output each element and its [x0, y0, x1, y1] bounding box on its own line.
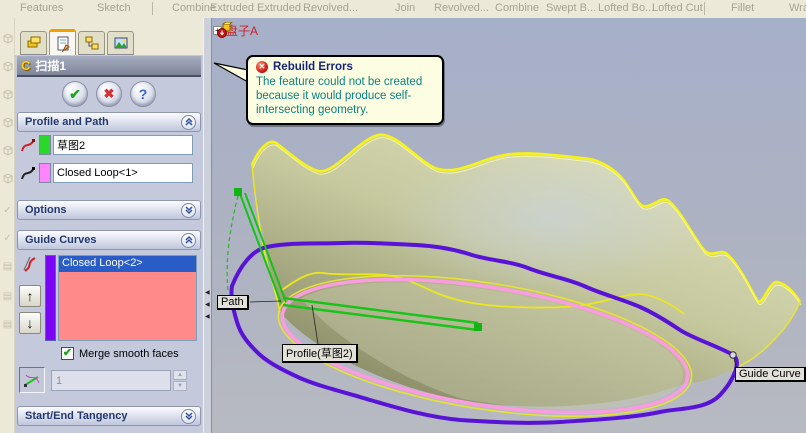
error-icon: ✕ [256, 61, 268, 73]
spin-down-button[interactable]: ▼ [173, 381, 187, 391]
profile-input[interactable] [53, 135, 193, 155]
toolbar-button-revolved-cut[interactable]: Revolved... [434, 2, 489, 14]
section-title: Guide Curves [25, 234, 97, 246]
feature-tree-item[interactable]: + 盘子A [213, 22, 258, 39]
guide-curves-listbox[interactable]: Closed Loop<2> [58, 255, 197, 341]
guide-color-swatch [45, 255, 56, 341]
section-title: Start/End Tangency [25, 410, 128, 422]
profile-color-swatch [39, 135, 51, 155]
section-options[interactable]: Options [17, 200, 201, 220]
help-button[interactable]: ? [130, 81, 156, 107]
section-title: Options [25, 204, 67, 216]
sweep-icon: C [21, 58, 31, 73]
property-manager-icon [57, 36, 70, 52]
callout-path: Path [217, 295, 249, 310]
toolbar-button-fillet[interactable]: Fillet [731, 2, 754, 14]
guide-curve-point-marker [729, 351, 737, 359]
list-item-selected[interactable]: Closed Loop<2> [59, 256, 196, 272]
toolbar-button-revolved-boss[interactable]: Revolved... [303, 2, 358, 14]
toolbar-button-lofted-boss[interactable]: Lofted Bo... [598, 2, 654, 14]
section-guide-curves[interactable]: Guide Curves [17, 230, 201, 250]
profile-sketch-icon [19, 136, 37, 154]
graphics-area: + 盘子A ✕ Rebuild Errors The feature could… [212, 18, 806, 433]
move-down-button[interactable]: ↓ [19, 312, 41, 334]
configuration-manager-icon [85, 36, 98, 50]
toolbar-button-swept-boss[interactable]: Swept B... [546, 2, 596, 14]
cube-icon[interactable] [1, 172, 14, 185]
splitter-arrow-icon: ◀ [205, 302, 210, 308]
tab-property-manager[interactable] [49, 29, 76, 55]
check-tool-icon[interactable]: ✓ [1, 204, 14, 217]
ok-button[interactable]: ✔ [62, 81, 88, 107]
main-toolbar: Features Sketch Combine Extruded ... Ext… [0, 0, 806, 18]
cube-icon[interactable] [1, 60, 14, 73]
section-title: Profile and Path [25, 116, 109, 128]
tab-feature-manager[interactable] [20, 31, 47, 55]
confirm-button-group: ✔ ✖ ? [17, 81, 201, 111]
manager-tabstrip [15, 18, 203, 55]
merge-smooth-faces-checkbox[interactable]: ✔ [61, 347, 74, 360]
feature-title: 扫描1 [35, 59, 67, 73]
callout-guide-curve: Guide Curve [735, 367, 806, 382]
tab-display-pane[interactable] [107, 31, 134, 55]
part-error-icon [217, 22, 233, 38]
guide-curve-icon [21, 255, 39, 273]
feature-manager-icon [27, 36, 40, 48]
panel-splitter[interactable]: ◀ ◀ ◀ [203, 18, 212, 433]
path-endpoint-handle [474, 323, 482, 331]
toolbar-button-join[interactable]: Join [395, 2, 415, 14]
cube-icon[interactable] [1, 88, 14, 101]
stamp-tool-icon[interactable]: ▤ [1, 260, 14, 273]
side-toolbar: ✓ ✓ ▤ ▤ ▤ [0, 18, 15, 433]
guide-tangency-influence-button[interactable] [19, 367, 45, 393]
tab-configuration-manager[interactable] [78, 31, 105, 55]
toolbar-separator [152, 2, 153, 15]
path-sketch-icon [19, 164, 37, 182]
move-up-button[interactable]: ↑ [19, 285, 41, 307]
profile-row [19, 135, 193, 155]
influence-icon [24, 374, 40, 387]
property-manager-panel: C 扫描1 ✔ ✖ ? Profile and Path Options [15, 18, 203, 433]
expand-chevron-icon[interactable] [181, 202, 196, 218]
splitter-arrow-icon: ◀ [205, 290, 210, 296]
tooltip-message: The feature could not be created because… [256, 76, 423, 116]
copy-tool-icon[interactable]: ▤ [1, 290, 14, 303]
toolbar-separator [704, 2, 705, 15]
section-profile-and-path[interactable]: Profile and Path [17, 112, 201, 132]
spin-up-button[interactable]: ▲ [173, 370, 187, 380]
cube-icon[interactable] [1, 32, 14, 45]
menu-features[interactable]: Features [20, 2, 63, 14]
copy-tool-icon[interactable]: ▤ [1, 318, 14, 331]
path-color-swatch [39, 163, 51, 183]
rebuild-errors-tooltip: ✕ Rebuild Errors The feature could not b… [246, 55, 444, 125]
path-row [19, 163, 193, 183]
feature-header: C 扫描1 [17, 56, 201, 77]
toolbar-button-wrap[interactable]: Wrap [789, 2, 806, 14]
toolbar-button-lofted-cut[interactable]: Lofted Cut [652, 2, 703, 14]
cube-icon[interactable] [1, 144, 14, 157]
toolbar-button-combine-2[interactable]: Combine [495, 2, 539, 14]
influence-value-input[interactable] [51, 370, 171, 391]
splitter-arrow-icon: ◀ [205, 314, 210, 320]
collapse-chevron-icon[interactable] [181, 114, 196, 130]
expand-chevron-icon[interactable] [181, 408, 196, 424]
path-endpoint-handle [234, 188, 242, 196]
check-tool-icon[interactable]: ✓ [1, 232, 14, 245]
section-start-end-tangency[interactable]: Start/End Tangency [17, 406, 201, 426]
collapse-chevron-icon[interactable] [181, 232, 196, 248]
menu-sketch[interactable]: Sketch [97, 2, 131, 14]
cancel-button[interactable]: ✖ [96, 81, 122, 107]
path-input[interactable] [53, 163, 193, 183]
cube-icon[interactable] [1, 116, 14, 129]
tooltip-title: Rebuild Errors [273, 61, 353, 73]
solidworks-window: Features Sketch Combine Extruded ... Ext… [0, 0, 806, 433]
display-pane-icon [114, 37, 127, 49]
callout-profile: Profile(草图2) [282, 344, 358, 363]
merge-smooth-faces-label: Merge smooth faces [79, 347, 179, 360]
